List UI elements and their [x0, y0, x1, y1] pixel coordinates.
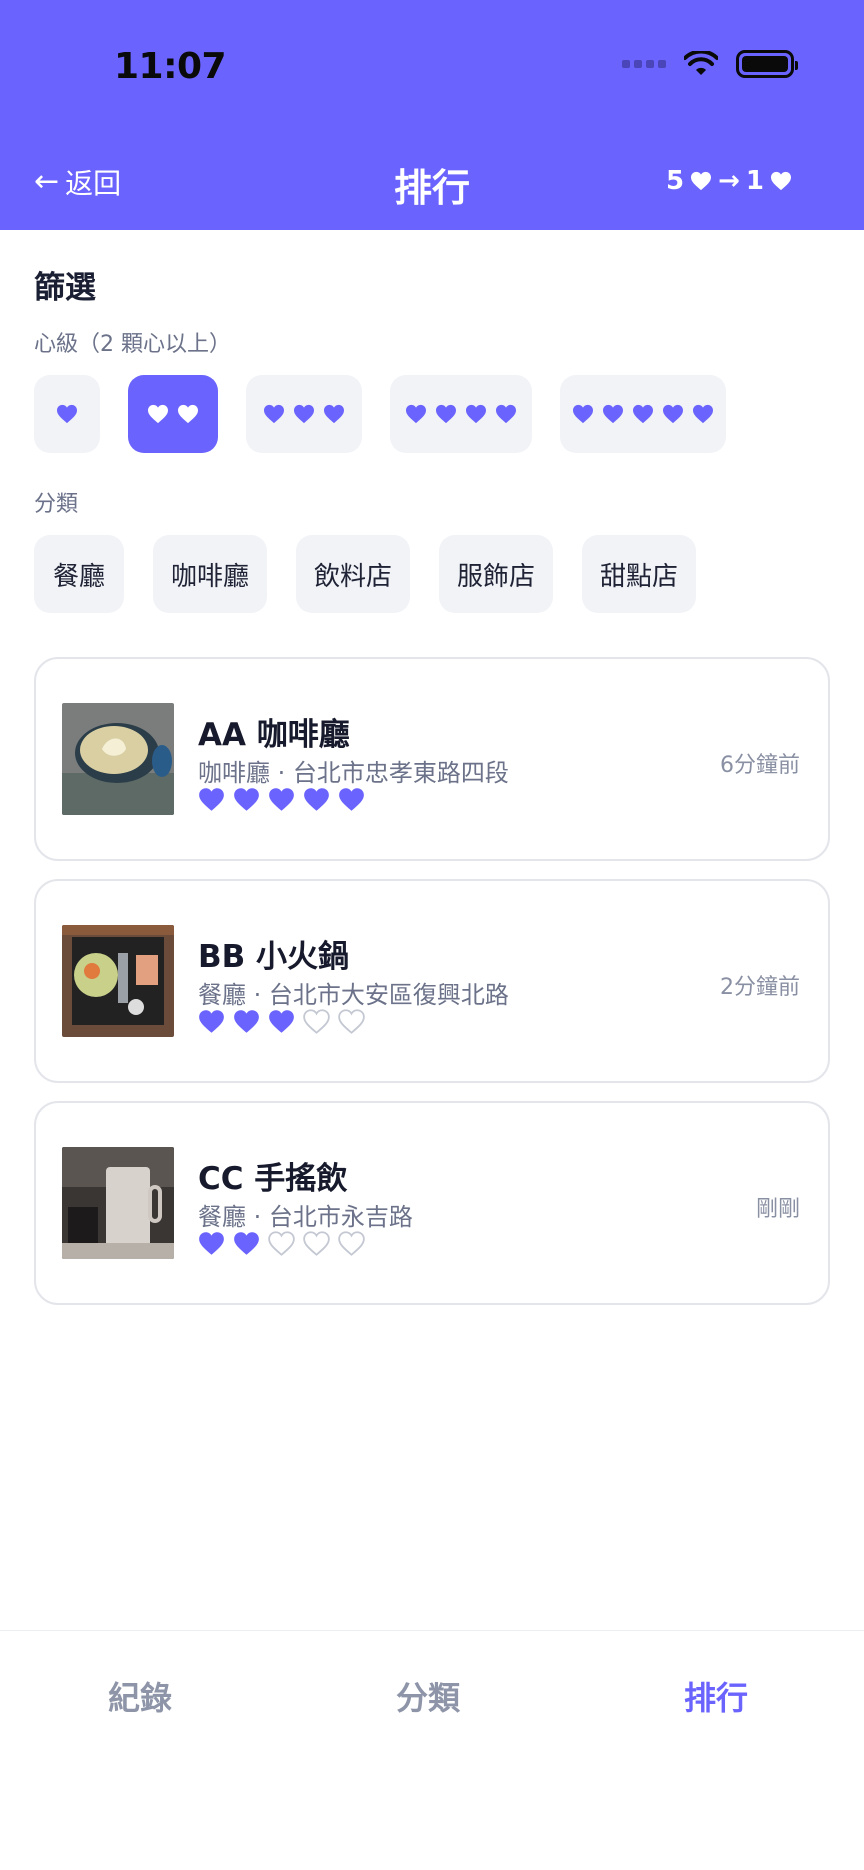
heart-icon	[324, 404, 344, 424]
heart-level-chip-5[interactable]	[560, 375, 726, 453]
heart-icon	[573, 404, 593, 424]
category-chip[interactable]: 餐廳	[34, 535, 124, 613]
heart-filled-icon	[269, 1010, 294, 1033]
heart-icon	[691, 171, 712, 191]
sort-from-value: 5	[666, 166, 685, 196]
heart-outline-icon	[338, 1009, 365, 1034]
heart-filled-icon	[234, 1232, 259, 1255]
bottom-navigation: 紀錄 分類 排行	[0, 1630, 864, 1870]
status-icons	[622, 50, 798, 78]
heart-icon	[603, 404, 623, 424]
heart-outline-icon	[268, 1231, 295, 1256]
latte-photo	[62, 703, 174, 815]
heart-level-chip-4[interactable]	[390, 375, 532, 453]
sort-to-value: 1	[745, 166, 764, 196]
hotpot-photo	[62, 925, 174, 1037]
arrow-right-icon: →	[718, 166, 740, 196]
heart-filled-icon	[199, 1010, 224, 1033]
heart-icon	[633, 404, 653, 424]
ranking-card[interactable]: CC 手搖飲餐廳 · 台北市永吉路 剛剛	[34, 1101, 830, 1305]
nav-categories[interactable]: 分類	[396, 1673, 460, 1719]
category-options: 餐廳 咖啡廳 飲料店 服飾店 甜點店	[34, 535, 696, 613]
heart-filled-icon	[199, 788, 224, 811]
heart-level-chip-3[interactable]	[246, 375, 362, 453]
heart-icon	[436, 404, 456, 424]
ranking-card[interactable]: AA 咖啡廳咖啡廳 · 台北市忠孝東路四段 6分鐘前	[34, 657, 830, 861]
wifi-icon	[684, 51, 718, 75]
record-time: 6分鐘前	[720, 753, 800, 778]
heart-filled-icon	[339, 788, 364, 811]
heart-icon	[693, 404, 713, 424]
heart-filled-icon	[234, 788, 259, 811]
place-name: CC 手搖飲	[198, 1161, 348, 1197]
heart-icon	[496, 404, 516, 424]
drink-photo	[62, 1147, 174, 1259]
battery-icon	[736, 50, 798, 78]
heart-filled-icon	[199, 1232, 224, 1255]
heart-icon	[466, 404, 486, 424]
heart-icon	[178, 404, 198, 424]
heart-level-options	[34, 375, 726, 453]
sort-order-indicator[interactable]: 5 → 1	[666, 166, 792, 196]
place-name: BB 小火鍋	[198, 939, 350, 975]
heart-rating	[198, 1231, 365, 1256]
heart-icon	[57, 404, 77, 424]
heart-filled-icon	[234, 1010, 259, 1033]
heart-level-label: 心級（2 顆心以上）	[34, 332, 231, 357]
heart-outline-icon	[303, 1009, 330, 1034]
heart-outline-icon	[338, 1231, 365, 1256]
heart-icon	[663, 404, 683, 424]
category-label: 分類	[34, 492, 79, 517]
status-time: 11:07	[114, 46, 227, 87]
heart-filled-icon	[269, 788, 294, 811]
record-time: 剛剛	[755, 1197, 800, 1222]
place-meta: 餐廳 · 台北市大安區復興北路	[198, 981, 509, 1009]
category-chip[interactable]: 飲料店	[296, 535, 410, 613]
filter-section-title: 篩選	[34, 270, 96, 306]
category-chip[interactable]: 服飾店	[439, 535, 553, 613]
ranking-card[interactable]: BB 小火鍋餐廳 · 台北市大安區復興北路 2分鐘前	[34, 879, 830, 1083]
heart-icon	[294, 404, 314, 424]
header-bar: 11:07 ← 返回 排行 5 → 1	[0, 0, 864, 230]
category-chip[interactable]: 甜點店	[582, 535, 696, 613]
place-meta: 咖啡廳 · 台北市忠孝東路四段	[198, 759, 509, 787]
record-time: 2分鐘前	[720, 975, 800, 1000]
heart-rating	[198, 1009, 365, 1034]
place-meta: 餐廳 · 台北市永吉路	[198, 1203, 413, 1231]
heart-rating	[198, 787, 365, 812]
signal-icon	[622, 60, 666, 68]
heart-icon	[406, 404, 426, 424]
heart-filled-icon	[304, 788, 329, 811]
heart-icon	[771, 171, 791, 191]
category-chip[interactable]: 咖啡廳	[153, 535, 267, 613]
heart-level-chip-1[interactable]	[34, 375, 100, 453]
heart-outline-icon	[303, 1231, 330, 1256]
place-name: AA 咖啡廳	[198, 717, 350, 753]
heart-icon	[148, 404, 168, 424]
nav-records[interactable]: 紀錄	[108, 1673, 172, 1719]
heart-level-chip-2[interactable]	[128, 375, 218, 453]
heart-icon	[264, 404, 284, 424]
nav-ranking[interactable]: 排行	[684, 1673, 748, 1719]
